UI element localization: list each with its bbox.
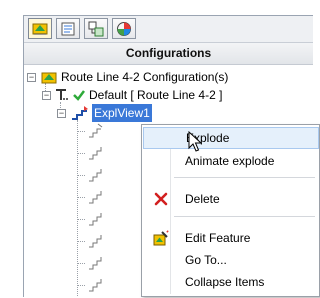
explode-step-icon (89, 257, 102, 270)
property-manager-tab[interactable] (56, 18, 80, 39)
display-manager-tab[interactable] (112, 18, 136, 39)
menu-item-go-to[interactable]: Go To... (143, 249, 319, 271)
property-manager-icon (61, 22, 75, 35)
menu-item-collapse-items[interactable]: Collapse Items (143, 271, 319, 293)
manager-tab-bar (24, 16, 313, 43)
mouse-pointer-icon (188, 131, 202, 152)
tree-default-label: Default [ Route Line 4-2 ] (89, 88, 223, 102)
menu-item-animate-explode[interactable]: Animate explode (143, 150, 319, 172)
explode-step-icon (89, 123, 103, 138)
menu-item-label: Edit Feature (185, 231, 251, 245)
menu-item-label: Animate explode (185, 154, 275, 168)
feature-manager-tab[interactable] (28, 18, 52, 39)
panel-title: Configurations (24, 43, 313, 65)
collapse-toggle[interactable]: − (57, 109, 66, 118)
tree-explode-view-label: ExplView1 (92, 104, 152, 122)
menu-item-edit-feature[interactable]: Edit Feature (143, 227, 319, 249)
explode-step-icon (89, 279, 102, 292)
configuration-manager-tab[interactable] (84, 18, 108, 39)
menu-separator (174, 216, 315, 217)
explode-step-icon (89, 213, 102, 226)
explode-step-icon (89, 191, 102, 204)
explode-step-icon (89, 169, 102, 182)
configuration-icon (56, 89, 68, 100)
collapse-toggle[interactable]: − (42, 91, 51, 100)
display-manager-icon (117, 21, 131, 36)
explode-step-icon (89, 235, 102, 248)
menu-item-delete[interactable]: Delete (143, 188, 319, 210)
tree-root-label: Route Line 4-2 Configuration(s) (61, 70, 229, 84)
menu-item-explode[interactable]: Explode (143, 127, 319, 149)
explode-step-icon (89, 147, 102, 160)
menu-item-label: Collapse Items (185, 275, 265, 289)
menu-item-label: Go To... (185, 253, 227, 267)
menu-separator (174, 177, 315, 178)
feature-manager-icon (32, 23, 48, 34)
menu-item-label: Delete (185, 192, 220, 206)
exploded-view-icon (72, 106, 88, 120)
route-assembly-icon (41, 72, 57, 84)
edit-feature-icon (153, 230, 169, 246)
collapse-toggle[interactable]: − (27, 73, 36, 82)
context-menu: Explode Animate explode Delete Edit Feat… (141, 124, 320, 297)
checkmark-icon (73, 90, 85, 101)
configuration-manager-icon (88, 21, 104, 36)
delete-x-icon (154, 192, 168, 206)
